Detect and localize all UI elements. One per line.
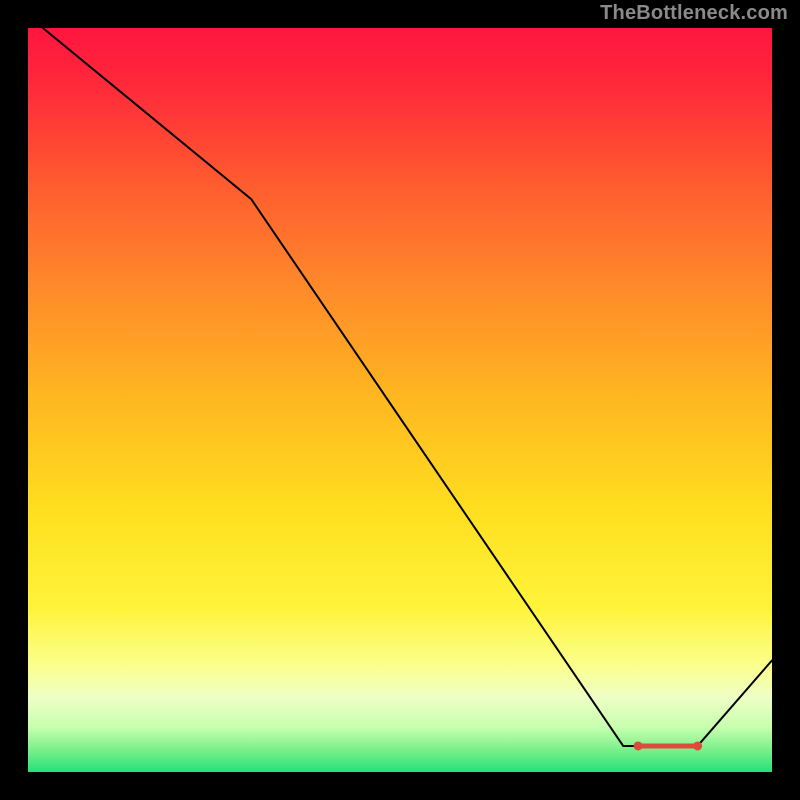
plot-background <box>28 28 772 772</box>
highlight-dot <box>634 741 643 750</box>
chart-frame: TheBottleneck.com <box>0 0 800 800</box>
chart-plot <box>28 28 772 772</box>
watermark-label: TheBottleneck.com <box>600 2 788 25</box>
highlight-dot <box>693 741 702 750</box>
